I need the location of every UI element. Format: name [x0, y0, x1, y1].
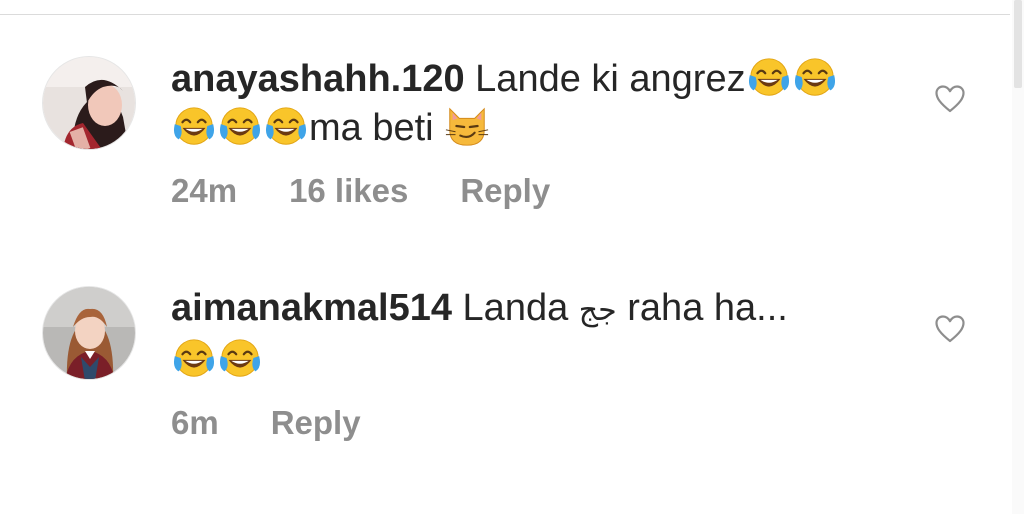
laughing-emoji-icon — [217, 103, 263, 149]
comment-username[interactable]: aimanakmal514 — [171, 287, 452, 329]
laughing-emoji-icon — [746, 54, 792, 100]
avatar[interactable] — [42, 286, 136, 380]
laughing-emoji-icon — [217, 335, 263, 381]
comment-meta: 6m Reply — [171, 404, 413, 442]
heart-icon[interactable] — [934, 314, 966, 344]
scrollbar-thumb[interactable] — [1014, 0, 1022, 88]
reply-button[interactable]: Reply — [460, 172, 550, 209]
avatar[interactable] — [42, 56, 136, 150]
reply-button[interactable]: Reply — [271, 404, 361, 441]
laughing-emoji-icon — [263, 103, 309, 149]
smirking-cat-emoji-icon — [444, 103, 490, 149]
comment-body: anayashahh.120 Lande ki angrez ma beti — [171, 54, 911, 152]
top-divider — [0, 0, 1010, 15]
laughing-emoji-icon — [171, 335, 217, 381]
comment-text-arabic: جج — [578, 293, 617, 328]
comment-text: raha ha... — [627, 287, 788, 329]
comment-time: 6m — [171, 404, 219, 441]
laughing-emoji-icon — [792, 54, 838, 100]
comment-body: aimanakmal514 Landa جج raha ha... — [171, 284, 911, 384]
heart-icon[interactable] — [934, 84, 966, 114]
scrollbar[interactable] — [1012, 0, 1024, 514]
comment-meta: 24m 16 likes Reply — [171, 172, 602, 210]
comment-likes[interactable]: 16 likes — [289, 172, 408, 209]
comment-time: 24m — [171, 172, 238, 209]
comment-text: Lande ki angrez — [475, 58, 746, 100]
comment-text: Landa — [462, 287, 569, 329]
laughing-emoji-icon — [171, 103, 217, 149]
comment-text: ma beti — [309, 107, 434, 149]
comment-username[interactable]: anayashahh.120 — [171, 58, 465, 100]
